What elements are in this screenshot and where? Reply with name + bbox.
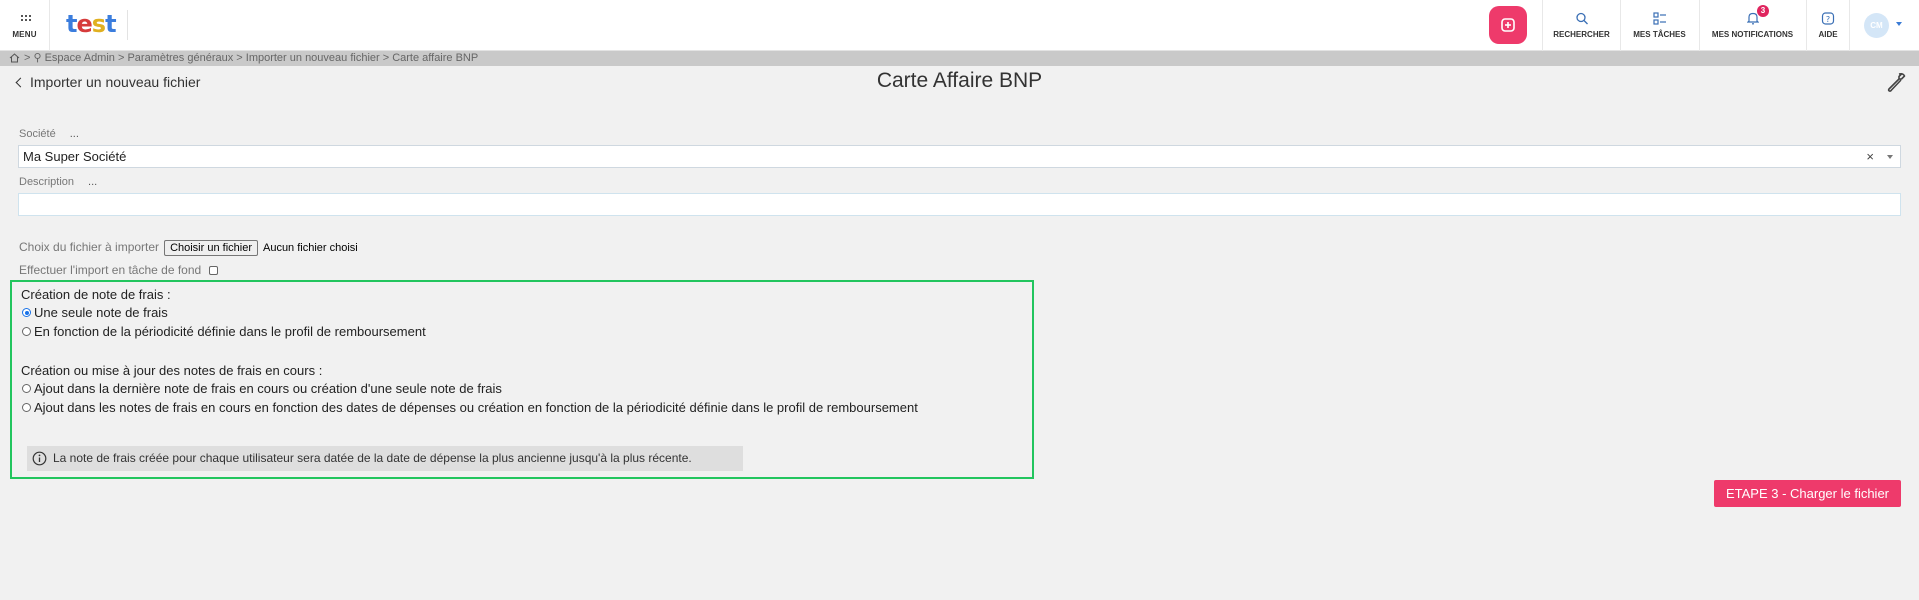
company-label: Société... [19,128,79,140]
radio-unchecked[interactable] [22,403,31,412]
options-panel: Création de note de frais : Une seule no… [10,280,1034,479]
background-import-checkbox[interactable] [209,266,219,275]
add-circle-icon [1501,18,1515,32]
creation-option-periodicity[interactable]: En fonction de la périodicité définie da… [22,324,426,339]
update-option-last-label: Ajout dans la dernière note de frais en … [34,381,502,396]
notifications-badge: 3 [1757,5,1769,17]
background-import-label: Effectuer l'import en tâche de fond [19,263,202,277]
logo-letter-t2: t [105,10,117,38]
top-bar: MENU test RECHERCHER MES TÂCHES 3 MES NO… [0,0,1919,51]
breadcrumb-text[interactable]: > ⚲ Espace Admin > Paramètres généraux >… [24,52,478,64]
chevron-down-icon[interactable] [1887,155,1893,159]
search-label: RECHERCHER [1553,30,1610,39]
app-logo[interactable]: test [66,10,117,38]
description-input[interactable] [18,193,1901,216]
load-file-button[interactable]: ETAPE 3 - Charger le fichier [1714,480,1901,507]
menu-button[interactable]: MENU [0,0,50,51]
description-more-button[interactable]: ... [88,176,97,188]
update-heading: Création ou mise à jour des notes de fra… [21,363,323,378]
company-label-text: Société [19,128,56,140]
file-status: Aucun fichier choisi [262,242,358,254]
radio-unchecked[interactable] [22,384,31,393]
search-button[interactable]: RECHERCHER [1543,0,1620,51]
logo-letter-s: s [91,10,106,38]
search-icon [1575,12,1588,25]
wrench-icon[interactable] [1885,71,1907,93]
file-row: Choix du fichier à importer Choisir un fi… [19,240,358,256]
update-option-last[interactable]: Ajout dans la dernière note de frais en … [22,381,502,396]
add-button[interactable] [1489,6,1527,44]
logo-letter-t: t [66,10,78,38]
page-title: Carte Affaire BNP [876,69,1043,92]
creation-option-single[interactable]: Une seule note de frais [22,305,168,320]
chevron-down-icon[interactable] [1896,22,1902,26]
logo-letter-e: e [76,10,92,38]
svg-text:?: ? [1826,15,1830,24]
creation-option-periodicity-label: En fonction de la périodicité définie da… [34,324,426,339]
update-option-dates-label: Ajout dans les notes de frais en cours e… [34,400,918,415]
breadcrumb: > ⚲ Espace Admin > Paramètres généraux >… [0,51,1919,66]
help-button[interactable]: ? AIDE [1807,0,1849,51]
clear-icon[interactable]: × [1866,146,1874,167]
creation-option-single-label: Une seule note de frais [34,305,168,320]
background-import-row: Effectuer l'import en tâche de fond [19,263,219,277]
file-label: Choix du fichier à importer [19,240,160,254]
choose-file-button[interactable]: Choisir un fichier [164,240,258,256]
info-text: La note de frais créée pour chaque utili… [53,451,692,465]
info-notice: La note de frais créée pour chaque utili… [27,446,743,471]
top-separator [1849,0,1850,51]
company-select-value: Ma Super Société [23,149,127,164]
description-label: Description... [19,176,97,188]
description-label-text: Description [19,176,75,188]
company-select[interactable]: Ma Super Société × [18,145,1901,168]
menu-grid-icon [21,15,31,23]
tasks-label: MES TÂCHES [1633,30,1686,39]
help-label: AIDE [1818,30,1838,39]
avatar[interactable]: CM [1864,13,1889,38]
update-option-dates[interactable]: Ajout dans les notes de frais en cours e… [22,400,918,415]
tasks-button[interactable]: MES TÂCHES [1621,0,1698,51]
notifications-label: MES NOTIFICATIONS [1711,30,1794,39]
radio-unchecked[interactable] [22,327,31,336]
creation-heading: Création de note de frais : [21,287,171,302]
radio-checked[interactable] [22,308,31,317]
help-icon: ? [1821,12,1835,25]
bell-icon [1746,12,1759,25]
info-icon [32,451,47,466]
tasks-icon [1652,12,1666,25]
home-icon[interactable] [9,53,20,63]
menu-label: MENU [12,30,37,39]
company-more-button[interactable]: ... [70,128,79,140]
notifications-button[interactable]: 3 MES NOTIFICATIONS [1700,0,1805,51]
logo-divider [127,10,128,40]
